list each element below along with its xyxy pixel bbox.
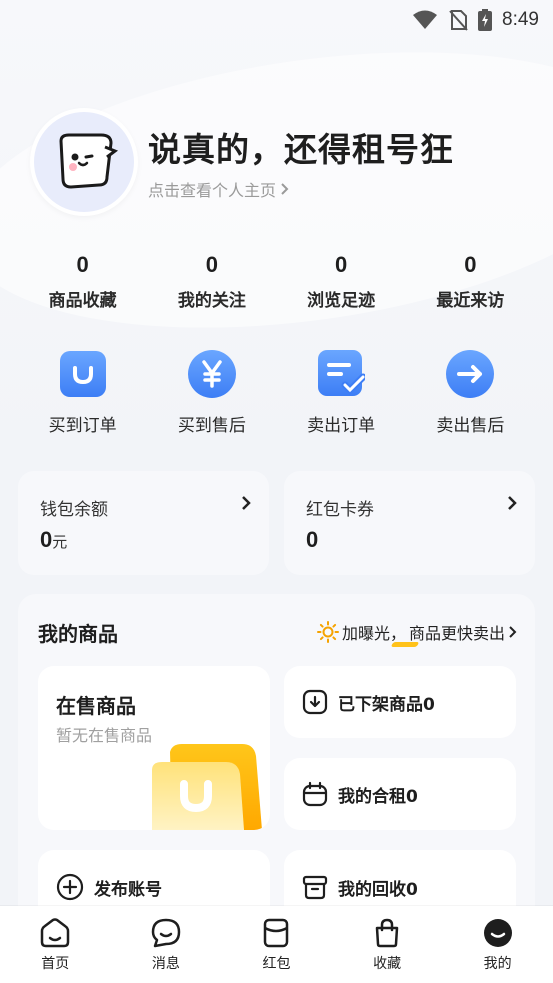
bottom-tab-bar: 首页 消息 红包 收藏 我的	[0, 906, 553, 983]
avatar[interactable]	[30, 108, 138, 216]
tab-red-packet[interactable]: 红包	[221, 906, 332, 983]
note-check-icon	[315, 348, 367, 400]
stat-history[interactable]: 0 浏览足迹	[277, 252, 406, 311]
arrow-right-icon	[444, 348, 496, 400]
chevron-right-icon	[509, 626, 517, 638]
co-rent-label: 我的合租0	[338, 786, 418, 807]
on-sale-subtitle: 暂无在售商品	[56, 726, 153, 745]
orders-row: 买到订单 买到售后 卖出订单 卖出售后	[18, 348, 535, 436]
no-sim-icon	[448, 9, 468, 31]
profile-header[interactable]: 说真的，还得租号狂 点击查看个人主页	[30, 108, 454, 216]
coupons-card[interactable]: 红包卡券 0	[284, 471, 535, 575]
on-sale-title: 在售商品	[56, 694, 136, 718]
sold-aftersale-button[interactable]: 卖出售后	[406, 348, 535, 436]
order-label: 卖出订单	[307, 416, 376, 436]
wallet-balance-card[interactable]: 钱包余额 0元	[18, 471, 269, 575]
chevron-right-icon	[242, 496, 251, 510]
delisted-label: 已下架商品0	[338, 694, 435, 715]
bought-aftersale-button[interactable]: 买到售后	[147, 348, 276, 436]
order-label: 卖出售后	[436, 416, 505, 436]
wifi-icon	[412, 10, 438, 30]
download-box-icon	[302, 689, 328, 715]
tab-home[interactable]: 首页	[0, 906, 111, 983]
tab-label: 红包	[262, 956, 291, 972]
promo-highlight: 加曝光，	[342, 620, 406, 644]
promo-link[interactable]: 加曝光， 商品更快卖出	[316, 620, 517, 644]
stat-label: 最近来访	[436, 291, 505, 311]
stat-value: 0	[464, 252, 477, 277]
stat-value: 0	[335, 252, 348, 277]
stat-label: 我的关注	[177, 291, 246, 311]
stats-row: 0 商品收藏 0 我的关注 0 浏览足迹 0 最近来访	[18, 252, 535, 311]
tab-label: 收藏	[373, 956, 402, 972]
stat-value: 0	[205, 252, 218, 277]
chevron-right-icon	[281, 183, 289, 195]
tab-me[interactable]: 我的	[442, 906, 553, 983]
bought-orders-button[interactable]: 买到订单	[18, 348, 147, 436]
wallet-balance-value: 0元	[40, 527, 67, 553]
sold-orders-button[interactable]: 卖出订单	[277, 348, 406, 436]
order-label: 买到售后	[177, 416, 246, 436]
recycle-label: 我的回收0	[338, 879, 418, 900]
tab-label: 消息	[151, 956, 180, 972]
stat-favorites[interactable]: 0 商品收藏	[18, 252, 147, 311]
stat-label: 商品收藏	[48, 291, 117, 311]
tab-messages[interactable]: 消息	[111, 906, 222, 983]
balance-unit: 元	[52, 533, 68, 551]
coupons-value: 0	[306, 527, 319, 552]
battery-charging-icon	[478, 9, 493, 31]
bag-icon	[375, 918, 399, 948]
view-profile-link[interactable]: 点击查看个人主页	[148, 177, 454, 201]
order-label: 买到订单	[48, 416, 117, 436]
yen-icon	[186, 348, 238, 400]
on-sale-products-card[interactable]: 在售商品 暂无在售商品	[38, 666, 270, 830]
my-products-title: 我的商品	[38, 622, 118, 646]
chevron-right-icon	[508, 496, 517, 510]
status-bar: 8:49	[0, 0, 553, 40]
me-icon	[483, 919, 512, 947]
promo-text: 商品更快卖出	[408, 624, 505, 643]
co-rent-card[interactable]: 我的合租0	[284, 758, 516, 830]
publish-label: 发布账号	[94, 879, 162, 900]
tab-label: 首页	[41, 956, 70, 972]
yellow-box-illustration	[152, 744, 262, 830]
ghost-mascot-icon	[59, 133, 119, 189]
balance-amount: 0	[40, 527, 53, 552]
view-profile-label: 点击查看个人主页	[148, 181, 277, 200]
status-time: 8:49	[502, 9, 539, 30]
home-icon	[41, 918, 70, 948]
archive-box-icon	[302, 875, 328, 900]
bag-smile-icon	[57, 348, 109, 400]
coupons-title: 红包卡券	[306, 500, 374, 520]
stat-label: 浏览足迹	[307, 291, 376, 311]
calendar-icon	[302, 781, 328, 807]
plus-circle-icon	[56, 873, 84, 901]
username: 说真的，还得租号狂	[148, 130, 454, 169]
wallet-balance-title: 钱包余额	[40, 500, 108, 520]
sun-icon	[316, 621, 339, 643]
tab-label: 我的	[483, 956, 512, 972]
tab-favorites[interactable]: 收藏	[332, 906, 443, 983]
delisted-products-card[interactable]: 已下架商品0	[284, 666, 516, 738]
stat-value: 0	[76, 252, 89, 277]
stat-following[interactable]: 0 我的关注	[147, 252, 276, 311]
message-icon	[151, 918, 181, 948]
my-products-panel: 我的商品 加曝光， 商品更快卖出 在售商品 暂无在售商品 已下架商品0 我的合租…	[18, 594, 535, 924]
red-packet-icon	[264, 918, 289, 948]
stat-visitors[interactable]: 0 最近来访	[406, 252, 535, 311]
